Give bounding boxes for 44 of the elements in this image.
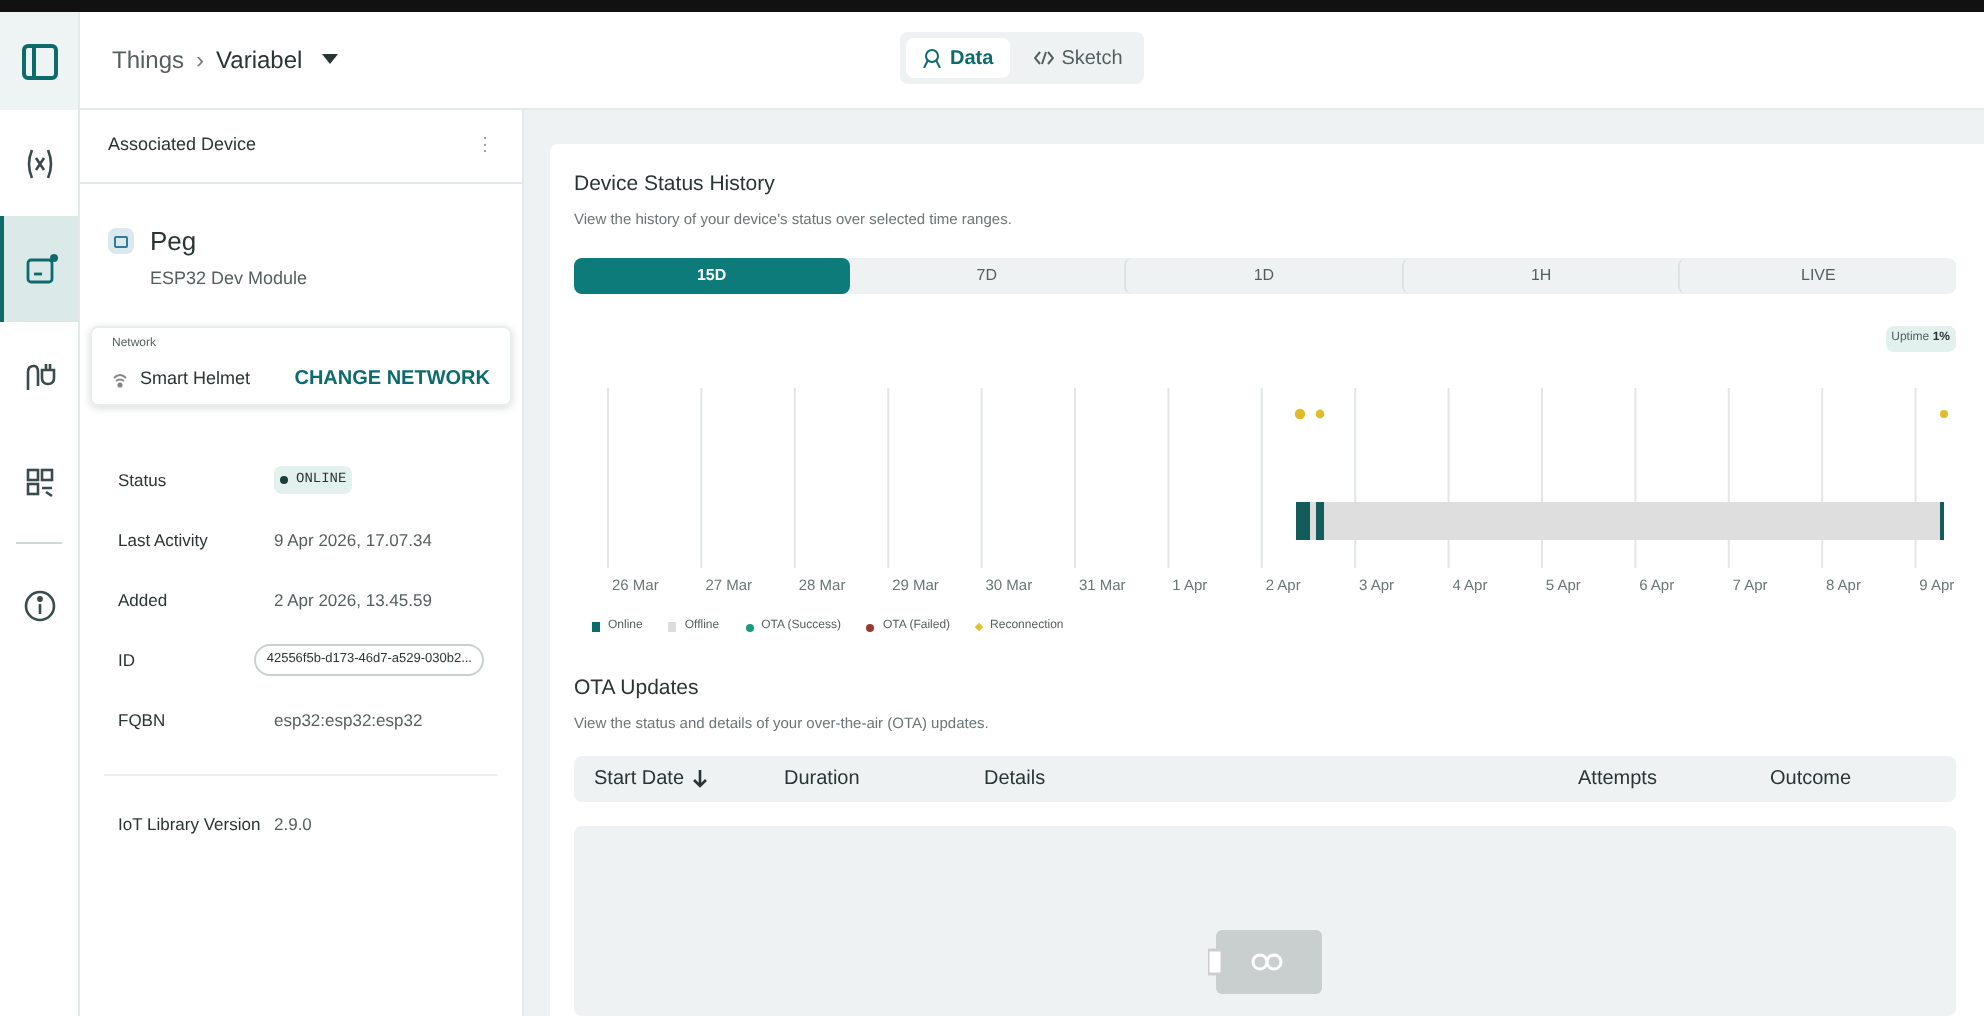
range-tab[interactable]: LIVE bbox=[1678, 258, 1956, 294]
device-icon bbox=[23, 251, 59, 287]
column-header[interactable]: Start Date bbox=[594, 764, 784, 795]
breadcrumb-current: Variabel bbox=[216, 44, 303, 78]
detail-value: 2 Apr 2026, 13.45.59 bbox=[274, 587, 432, 613]
board-icon bbox=[1207, 928, 1323, 996]
info-icon bbox=[21, 587, 57, 623]
caret-icon bbox=[322, 54, 339, 66]
detail-label: ID bbox=[118, 647, 137, 673]
detail-label: Last Activity bbox=[118, 527, 210, 553]
detail-label: Status bbox=[118, 467, 169, 493]
range-tab[interactable]: 1D bbox=[1124, 258, 1402, 294]
library-version: 2.9.0 bbox=[274, 812, 312, 838]
detail-value: 9 Apr 2026, 17.07.34 bbox=[274, 527, 432, 553]
column-header[interactable]: Outcome bbox=[1770, 764, 1930, 795]
range-tab[interactable]: 7D bbox=[849, 258, 1125, 294]
sidebar-toggle-button[interactable] bbox=[0, 12, 78, 110]
section-title: OTA Updates bbox=[574, 674, 701, 705]
view-tab[interactable]: Sketch bbox=[1017, 38, 1139, 78]
change-network-button[interactable]: CHANGE NETWORK bbox=[294, 364, 490, 394]
sort-down-icon bbox=[692, 770, 709, 789]
column-header[interactable]: Attempts bbox=[1578, 764, 1770, 795]
view-tab[interactable]: Data bbox=[906, 38, 1010, 78]
range-tab[interactable]: 15D bbox=[574, 258, 850, 294]
detail-value: esp32:esp32:esp32 bbox=[274, 707, 423, 733]
sidebar-toggle-icon bbox=[19, 41, 59, 81]
detail-label: Added bbox=[118, 587, 170, 613]
dashboard-icon bbox=[23, 465, 55, 497]
device-icon bbox=[108, 228, 134, 255]
wifi-icon bbox=[112, 371, 128, 387]
section-title: Device Status History bbox=[574, 170, 777, 200]
code-icon bbox=[1033, 50, 1054, 66]
breadcrumb-link[interactable]: Things bbox=[112, 42, 185, 78]
detail-label: FQBN bbox=[118, 707, 168, 733]
network-name: Smart Helmet bbox=[140, 365, 251, 392]
column-header[interactable]: Duration bbox=[784, 764, 984, 795]
rail-nav-item[interactable] bbox=[0, 216, 78, 322]
column-header[interactable]: Details bbox=[984, 764, 1578, 795]
range-tab[interactable]: 1H bbox=[1401, 258, 1679, 294]
panel-title: Associated Device bbox=[108, 132, 257, 159]
library-label: IoT Library Version bbox=[118, 812, 263, 838]
breadcrumb-separator: › bbox=[196, 44, 205, 78]
device-model: ESP32 Dev Module bbox=[150, 265, 310, 291]
device-name: Peg bbox=[150, 224, 197, 260]
